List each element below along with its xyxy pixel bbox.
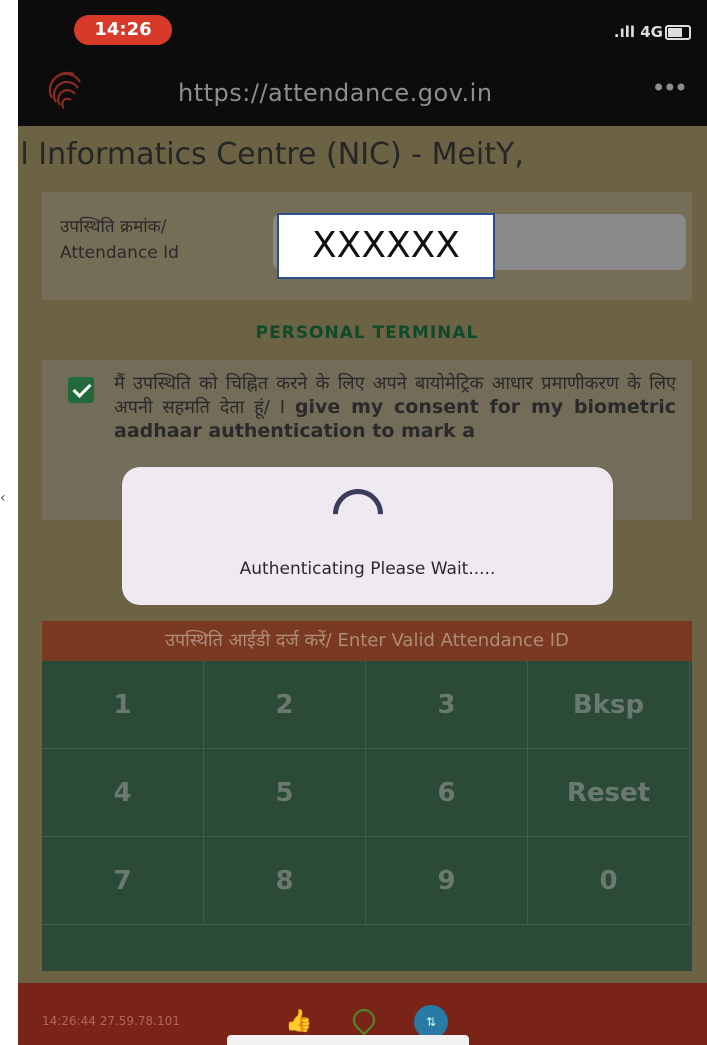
more-options-icon[interactable]: •••	[652, 74, 689, 102]
network-indicator: .ıll 4G	[614, 23, 663, 41]
attendance-id-label-en: Attendance Id	[60, 243, 179, 263]
attendance-id-label-hi: उपस्थिति क्रमांक/	[60, 217, 167, 237]
attendance-id-label: उपस्थिति क्रमांक/ Attendance Id	[60, 214, 179, 266]
url-text[interactable]: https://attendance.gov.in	[178, 79, 493, 107]
key-7[interactable]: 7	[42, 837, 204, 925]
key-1[interactable]: 1	[42, 661, 204, 749]
spinner-icon	[322, 478, 394, 550]
keypad: 1 2 3 Bksp 4 5 6 Reset 7 8 9 0	[42, 661, 692, 971]
browser-url-bar: https://attendance.gov.in •••	[18, 56, 707, 126]
attendance-id-value: XXXXXX	[277, 213, 495, 279]
footer-info: 14:26:44 27.59.78.101	[42, 1014, 180, 1028]
error-message: उपस्थिति आईडी दर्ज करें/ Enter Valid Att…	[42, 621, 692, 661]
key-0[interactable]: 0	[528, 837, 690, 925]
consent-checkbox[interactable]	[68, 377, 94, 403]
fingerprint-icon	[48, 71, 81, 109]
key-3[interactable]: 3	[366, 661, 528, 749]
key-8[interactable]: 8	[204, 837, 366, 925]
consent-text: मैं उपस्थिति को चिह्नित करने के लिए अपने…	[114, 372, 676, 444]
personal-terminal-heading: PERSONAL TERMINAL	[255, 323, 479, 343]
key-4[interactable]: 4	[42, 749, 204, 837]
loading-dialog: Authenticating Please Wait.....	[122, 467, 613, 605]
key-6[interactable]: 6	[366, 749, 528, 837]
site-banner: al Informatics Centre (NIC) - MeitY,	[18, 126, 707, 186]
battery-icon	[665, 25, 691, 40]
key-2[interactable]: 2	[204, 661, 366, 749]
status-time: 14:26	[74, 15, 172, 45]
location-pin-icon[interactable]	[348, 1004, 380, 1036]
key-9[interactable]: 9	[366, 837, 528, 925]
loading-message: Authenticating Please Wait.....	[239, 559, 496, 579]
home-indicator[interactable]	[227, 1035, 469, 1045]
edge-mark: ‹	[0, 490, 6, 506]
sync-icon[interactable]: ⇅	[414, 1005, 448, 1039]
network-type: 4G	[640, 23, 663, 41]
thumbs-up-icon[interactable]: 👍	[285, 1009, 312, 1034]
banner-text: al Informatics Centre (NIC) - MeitY,	[18, 137, 524, 172]
signal-icon: .ıll	[613, 23, 641, 41]
phone-screen: 14:26 .ıll 4G https://attendance.gov.in …	[18, 0, 707, 1045]
status-bar: 14:26 .ıll 4G	[18, 0, 707, 56]
key-reset[interactable]: Reset	[528, 749, 690, 837]
key-backspace[interactable]: Bksp	[528, 661, 690, 749]
key-5[interactable]: 5	[204, 749, 366, 837]
